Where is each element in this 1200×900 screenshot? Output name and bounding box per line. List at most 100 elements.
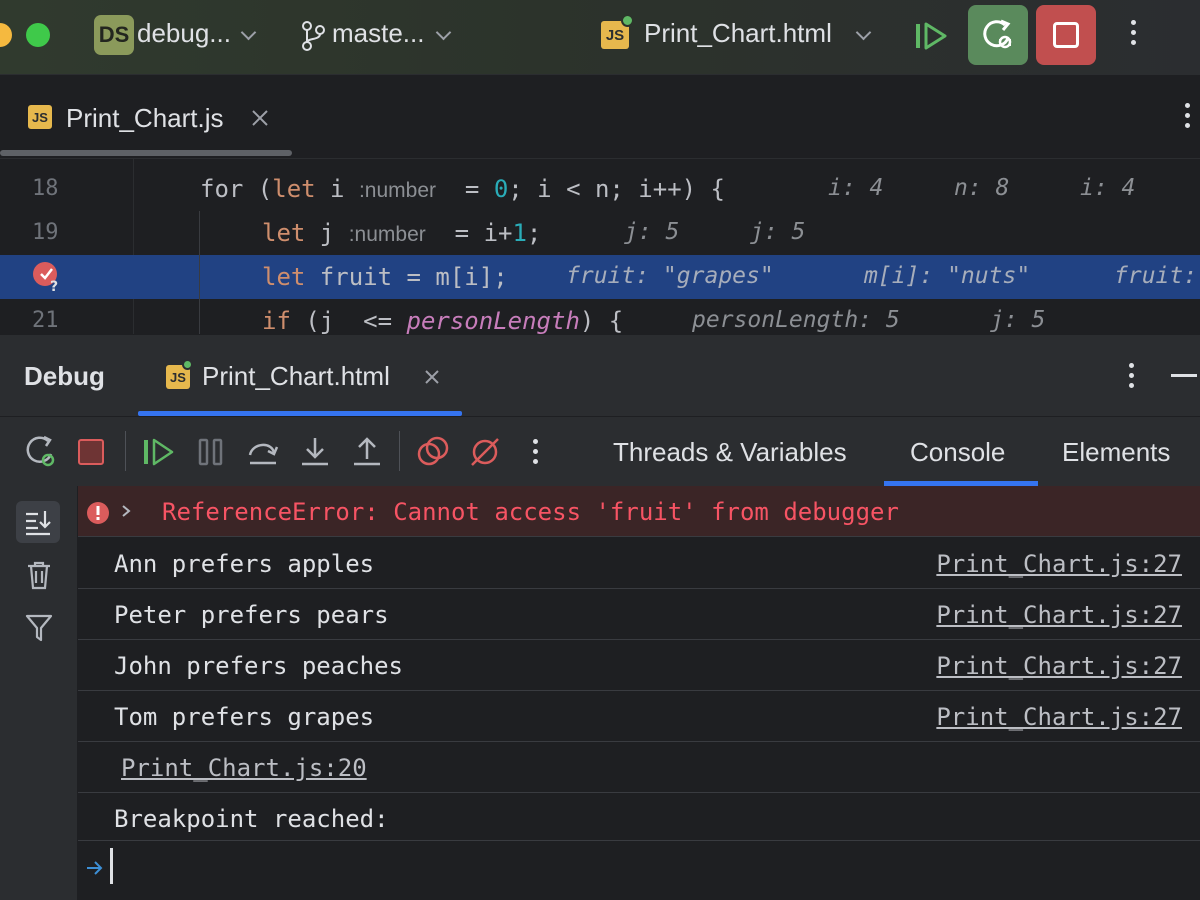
type-hint: :number (359, 179, 436, 202)
resume-icon[interactable] (142, 435, 176, 469)
code-line-19[interactable]: 19 let j :number = i+1; j: 5 j: 5 (0, 211, 1200, 255)
log-message: Ann prefers apples (114, 550, 374, 578)
inline-value: personLength: 5 (692, 307, 900, 333)
inline-value: fruit: "grapes" (566, 263, 774, 289)
breakpoint-location-link[interactable]: Print_Chart.js:20 (121, 754, 367, 782)
source-link[interactable]: Print_Chart.js:27 (936, 703, 1182, 731)
console-log-row: John prefers peaches Print_Chart.js:27 (78, 640, 1200, 691)
javascript-file-icon: JS (28, 105, 52, 129)
log-message: Tom prefers grapes (114, 703, 374, 731)
scroll-to-end-button[interactable] (16, 501, 60, 543)
branch-name: maste... (332, 18, 424, 49)
editor-tab-bar: JS Print_Chart.js (0, 74, 1200, 158)
console-location-row: Print_Chart.js:20 (78, 742, 1200, 793)
line-number: 19 (32, 220, 59, 245)
indent-guide (199, 299, 200, 334)
stop-button[interactable] (1036, 5, 1096, 65)
close-tab-icon[interactable] (424, 369, 440, 385)
close-tab-icon[interactable] (251, 109, 269, 127)
inline-value: n: 8 (954, 175, 1009, 201)
mute-breakpoints-icon[interactable] (468, 435, 502, 469)
project-badge: DS (94, 15, 134, 55)
pause-icon[interactable] (194, 435, 228, 469)
indent-guide (199, 211, 200, 255)
inline-value: j: 5 (624, 219, 679, 245)
indent-guide (199, 255, 200, 299)
project-name: debug... (137, 18, 231, 49)
code-line-18[interactable]: 18 for (let i :number = 0; i < n; i++) {… (0, 167, 1200, 211)
inline-value: i: 4 (828, 175, 883, 201)
code-editor[interactable]: 18 for (let i :number = 0; i < n; i++) {… (0, 158, 1200, 334)
breakpoint-status: Breakpoint reached: (114, 805, 389, 833)
error-message: ReferenceError: Cannot access 'fruit' fr… (162, 498, 899, 526)
log-message: Peter prefers pears (114, 601, 389, 629)
line-number: 21 (32, 308, 59, 333)
code-line-20-execution-point[interactable]: ? let fruit = m[i]; fruit: "grapes" m[i]… (0, 255, 1200, 299)
clear-all-icon[interactable] (25, 560, 53, 590)
source-link[interactable]: Print_Chart.js:27 (936, 652, 1182, 680)
resume-program-icon[interactable] (914, 20, 948, 52)
more-actions-icon[interactable] (1131, 20, 1136, 50)
debug-tool-window-header: Debug JS Print_Chart.html (0, 334, 1200, 416)
title-bar: DS debug... maste... JS Print_Chart.html (0, 0, 1200, 74)
console-output[interactable]: ReferenceError: Cannot access 'fruit' fr… (78, 486, 1200, 900)
breakpoint-icon[interactable]: ? (32, 261, 62, 293)
svg-text:?: ? (50, 279, 58, 293)
toolbar-more-icon[interactable] (533, 439, 538, 469)
tab-console[interactable]: Console (910, 437, 1005, 468)
stop-icon[interactable] (78, 439, 104, 465)
console-log-row: Ann prefers apples Print_Chart.js:27 (78, 538, 1200, 589)
minimize-icon[interactable] (1171, 374, 1197, 377)
inline-value: j: 5 (750, 219, 805, 245)
tab-threads-variables[interactable]: Threads & Variables (613, 437, 847, 468)
editor-scrollbar[interactable] (0, 150, 292, 156)
inline-value: j: 5 (990, 307, 1045, 333)
console-input-row[interactable] (78, 842, 1200, 900)
stop-icon (1053, 22, 1079, 48)
inline-value: fruit: (1114, 263, 1197, 289)
debug-toolbar: Threads & Variables Console Elements (0, 416, 1200, 486)
rerun-icon[interactable] (24, 435, 58, 469)
rerun-bug-icon (981, 18, 1015, 52)
tab-elements[interactable]: Elements (1062, 437, 1170, 468)
toolbar-separator (125, 431, 126, 471)
inline-value: m[i]: "nuts" (864, 263, 1030, 289)
source-link[interactable]: Print_Chart.js:27 (936, 601, 1182, 629)
chevron-down-icon (436, 25, 452, 41)
debug-session-label: Print_Chart.html (202, 361, 390, 392)
error-icon (86, 501, 110, 525)
window-minimize-button[interactable] (0, 23, 12, 47)
editor-tabs-more-icon[interactable] (1185, 103, 1190, 133)
prompt-arrow-icon (86, 860, 104, 876)
scroll-to-end-icon (23, 507, 53, 537)
step-into-icon[interactable] (298, 435, 332, 469)
source-link[interactable]: Print_Chart.js:27 (936, 550, 1182, 578)
code-line-21[interactable]: 21 if (j <= personLength) { personLength… (0, 299, 1200, 334)
view-breakpoints-icon[interactable] (416, 435, 450, 469)
filter-icon[interactable] (25, 612, 53, 642)
console-log-row: Tom prefers grapes Print_Chart.js:27 (78, 691, 1200, 742)
console-error-row: ReferenceError: Cannot access 'fruit' fr… (78, 486, 1200, 537)
type-hint: :number (349, 223, 426, 246)
console-status-row: Breakpoint reached: (78, 793, 1200, 841)
inline-value: i: 4 (1080, 175, 1135, 201)
text-cursor (110, 848, 113, 884)
rerun-debug-button[interactable] (968, 5, 1028, 65)
running-indicator-icon (182, 359, 193, 370)
toolbar-separator (399, 431, 400, 471)
window-zoom-button[interactable] (26, 23, 50, 47)
run-config-name: Print_Chart.html (644, 18, 832, 49)
log-message: John prefers peaches (114, 652, 403, 680)
git-branch-icon (300, 20, 326, 52)
debug-more-icon[interactable] (1129, 363, 1134, 393)
step-over-icon[interactable] (246, 435, 280, 469)
running-indicator-icon (621, 14, 634, 27)
debug-title: Debug (24, 361, 105, 392)
line-number: 18 (32, 176, 59, 201)
step-out-icon[interactable] (350, 435, 384, 469)
editor-tab-label: Print_Chart.js (66, 103, 224, 134)
chevron-down-icon (241, 25, 257, 41)
console-log-row: Peter prefers pears Print_Chart.js:27 (78, 589, 1200, 640)
chevron-down-icon (856, 25, 872, 41)
expand-chevron-icon[interactable] (120, 504, 132, 518)
